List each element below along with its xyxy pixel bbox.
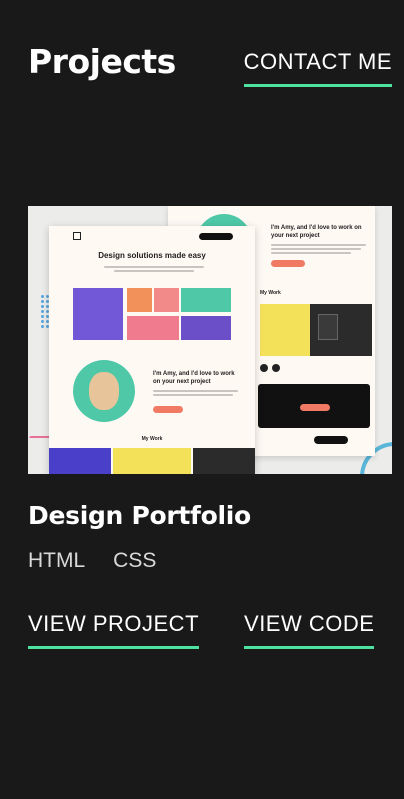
project-actions: VIEW PROJECT VIEW CODE bbox=[28, 610, 375, 649]
view-code-link[interactable]: VIEW CODE bbox=[244, 610, 375, 649]
mockup-intro-heading: I'm Amy, and I'd love to work on your ne… bbox=[271, 225, 362, 239]
page-title: Projects bbox=[28, 42, 176, 81]
view-project-link[interactable]: VIEW PROJECT bbox=[28, 610, 200, 649]
mockup-work-together bbox=[314, 436, 348, 444]
mockup-cta bbox=[199, 233, 233, 240]
mockup-section-label-front: My Work bbox=[141, 436, 163, 442]
project-thumbnail[interactable]: I'm Amy, and I'd love to work on your ne… bbox=[28, 206, 392, 474]
mockup-hero-heading: Design solutions made easy bbox=[98, 251, 206, 260]
mockup-section-label-back: My Work bbox=[260, 290, 281, 296]
mockup-intro-heading-front: I'm Amy, and I'd love to work on your ne… bbox=[153, 371, 235, 385]
tag-html: HTML bbox=[28, 549, 86, 572]
project-tags: HTML CSS bbox=[28, 549, 156, 573]
project-title: Design Portfolio bbox=[28, 501, 251, 530]
tag-css: CSS bbox=[113, 549, 157, 572]
mockup-page-front: Design solutions made easy I'm Amy, and … bbox=[49, 226, 255, 474]
projects-header: Projects CONTACT ME bbox=[28, 40, 392, 87]
contact-me-link[interactable]: CONTACT ME bbox=[243, 48, 392, 87]
